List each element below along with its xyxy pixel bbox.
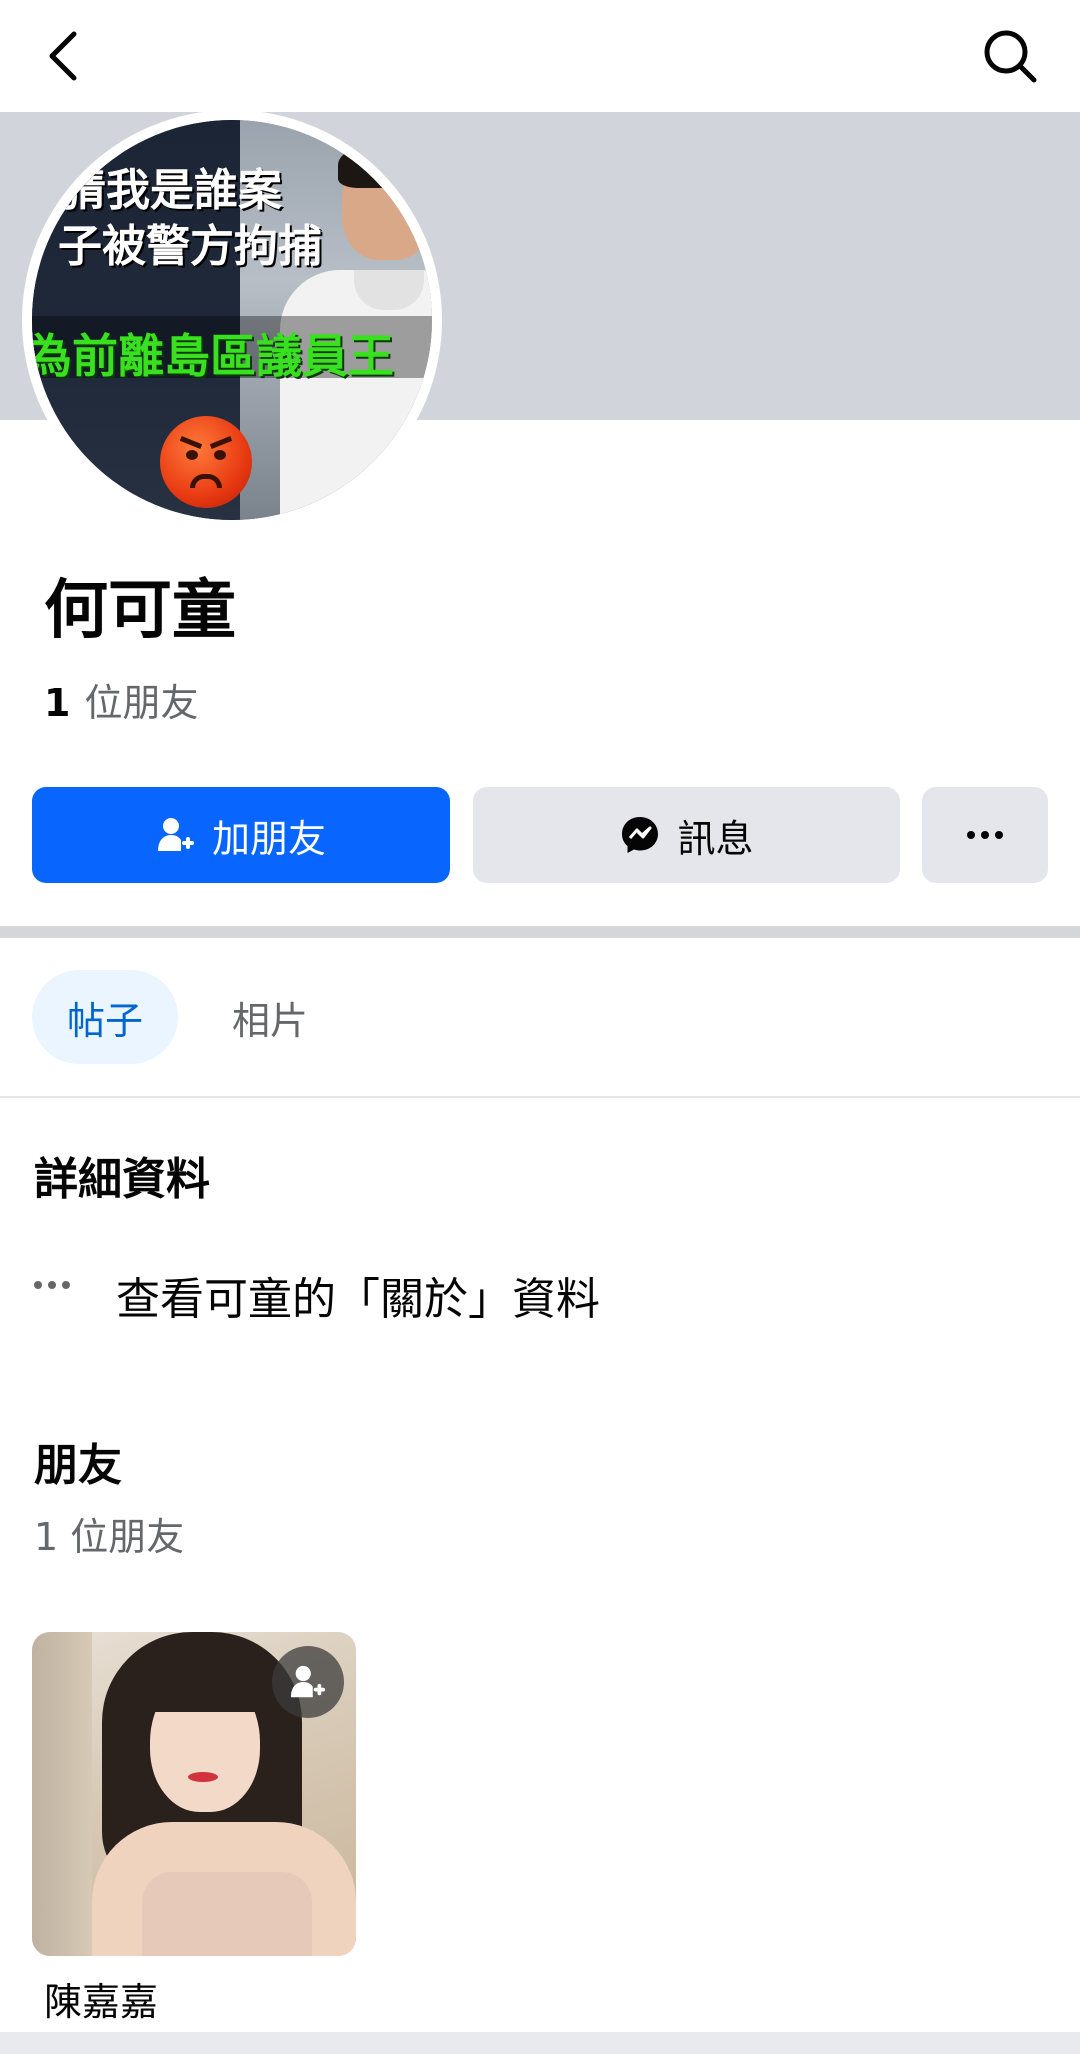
tab-photos[interactable]: 相片 [200, 970, 340, 1064]
friends-count: 1 位朋友 [34, 1515, 185, 1559]
section-divider [0, 926, 1080, 938]
friend-count[interactable]: 1 位朋友 [44, 676, 198, 730]
search-button[interactable] [978, 24, 1042, 88]
profile-name: 何可童 [44, 574, 236, 648]
messenger-icon [619, 814, 661, 856]
friends-heading: 朋友 [34, 1440, 122, 1491]
add-friend-overlay-button[interactable] [272, 1646, 344, 1718]
ellipsis-icon [34, 1281, 78, 1289]
add-friend-button[interactable]: 加朋友 [32, 787, 450, 883]
message-label: 訊息 [677, 816, 754, 861]
avatar-caption-line3: 為前離島區議員王 [32, 329, 394, 383]
top-bar [0, 0, 1080, 112]
avatar-caption-line1: 猜我是誰案 [62, 165, 282, 216]
more-dots-icon [967, 831, 1003, 839]
add-friend-label: 加朋友 [211, 816, 326, 861]
more-options-button[interactable] [922, 787, 1048, 883]
avatar-caption-line4: ？ [32, 451, 82, 509]
bottom-divider [0, 2032, 1080, 2054]
avatar-caption-line2: 子被警方拘捕 [58, 221, 322, 272]
about-info-link[interactable]: 查看可童的「關於」資料 [34, 1260, 1034, 1330]
friend-count-number: 1 [44, 681, 71, 725]
message-button[interactable]: 訊息 [473, 787, 900, 883]
friend-card[interactable] [32, 1632, 356, 1956]
profile-avatar[interactable]: 猜我是誰案 子被警方拘捕 為前離島區議員王 ？ [22, 110, 442, 530]
about-info-label: 查看可童的「關於」資料 [116, 1274, 600, 1325]
friend-count-label: 位朋友 [84, 681, 199, 725]
avatar-person-body [280, 270, 432, 520]
tabs-divider [0, 1096, 1080, 1098]
search-icon [984, 30, 1037, 83]
friend-name[interactable]: 陳嘉嘉 [44, 1976, 158, 2028]
details-heading: 詳細資料 [34, 1154, 210, 1205]
tab-posts[interactable]: 帖子 [32, 970, 178, 1064]
angry-face-emoji-icon [160, 416, 252, 508]
add-person-icon [290, 1665, 326, 1698]
avatar-image: 猜我是誰案 子被警方拘捕 為前離島區議員王 ？ [32, 120, 432, 520]
add-person-icon [156, 815, 196, 855]
back-button[interactable] [36, 24, 92, 88]
chevron-left-icon [49, 31, 77, 81]
